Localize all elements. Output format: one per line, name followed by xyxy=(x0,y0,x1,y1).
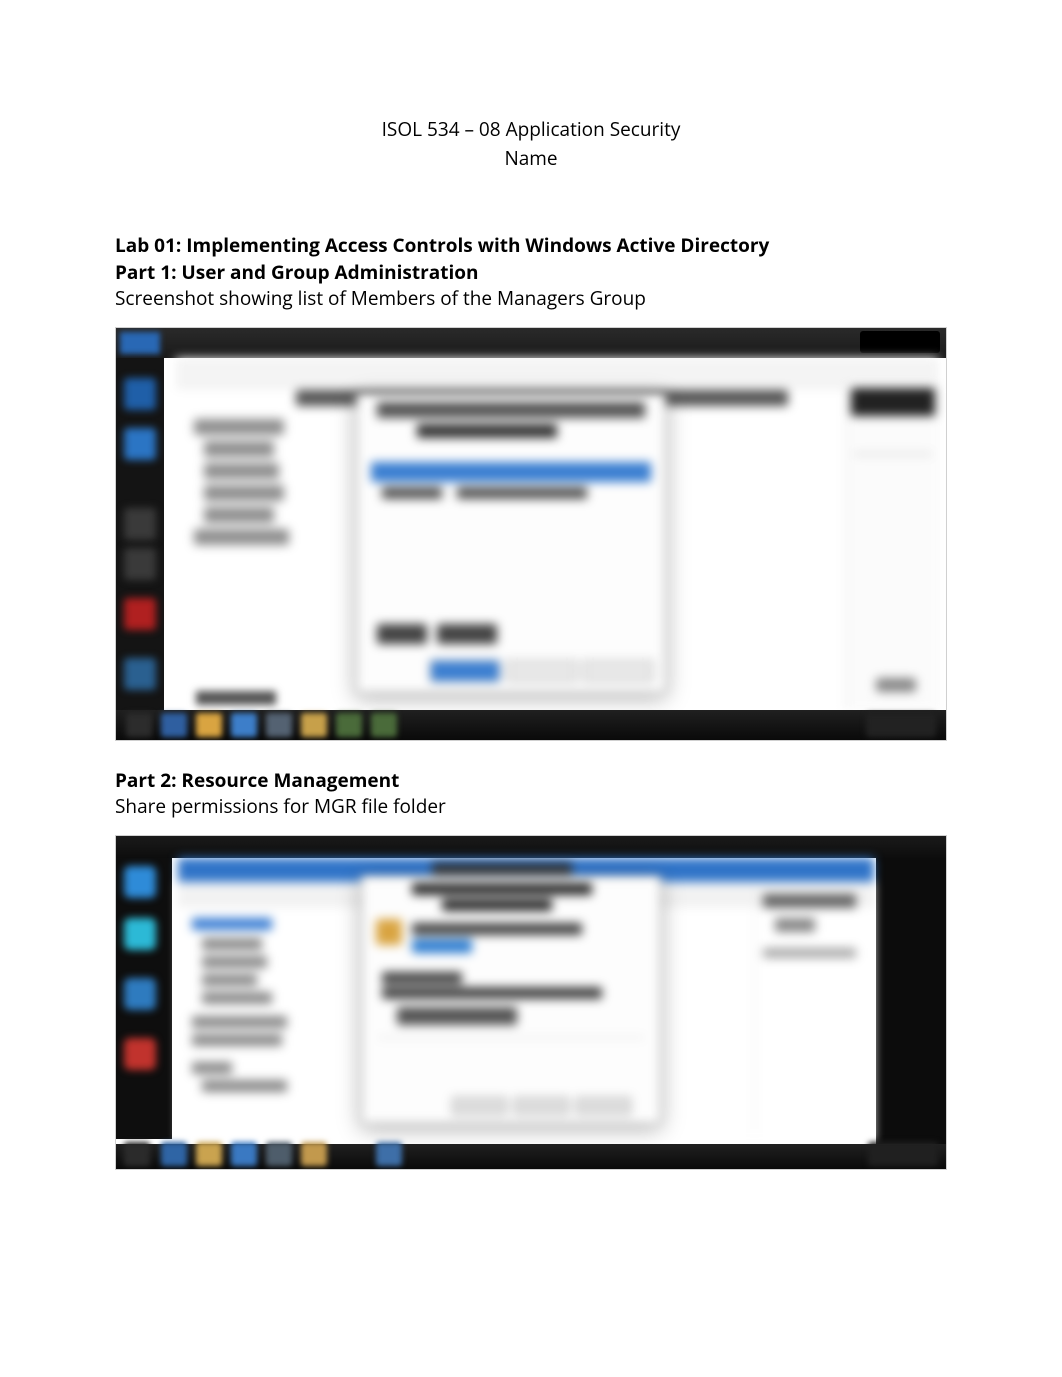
taskbar-icon xyxy=(266,1142,292,1166)
rail-icon xyxy=(124,978,156,1010)
start-icon xyxy=(124,1142,150,1166)
taskbar-icon xyxy=(161,1142,187,1166)
vm-left-rail xyxy=(116,358,164,710)
taskbar xyxy=(116,710,946,740)
lab-title: Lab 01: Implementing Access Controls wit… xyxy=(115,232,947,259)
part2-title: Part 2: Resource Management xyxy=(115,767,947,794)
rail-icon xyxy=(124,866,156,898)
rail-icon xyxy=(124,508,156,540)
taskbar-icon xyxy=(231,1142,257,1166)
part2-caption: Share permissions for MGR file folder xyxy=(115,793,947,820)
right-panel xyxy=(845,383,940,710)
right-black-panel xyxy=(876,858,946,1144)
status-text xyxy=(196,691,276,705)
ribbon xyxy=(176,358,938,388)
dialog-title xyxy=(377,402,645,418)
member-row xyxy=(371,462,651,482)
rail-icon xyxy=(124,1038,156,1070)
rail-icon xyxy=(124,658,156,690)
rail-icon xyxy=(124,428,156,460)
screenshot-share-permissions xyxy=(115,835,947,1170)
part1-caption: Screenshot showing list of Members of th… xyxy=(115,285,947,312)
panel-header xyxy=(851,388,935,416)
cancel-button xyxy=(507,660,577,682)
vm-window-titlebar xyxy=(116,328,946,358)
nav-tree xyxy=(184,413,314,694)
taskbar-icon xyxy=(371,713,397,737)
window-controls xyxy=(860,331,940,353)
tray xyxy=(866,713,936,737)
course-title: ISOL 534 – 08 Application Security xyxy=(115,115,947,144)
taskbar-icon xyxy=(231,713,257,737)
taskbar xyxy=(116,1144,946,1169)
app-icon xyxy=(120,332,160,354)
ok-button xyxy=(430,660,500,682)
page-header: ISOL 534 – 08 Application Security Name xyxy=(115,115,947,172)
sharing-dialog xyxy=(361,876,661,1124)
author-name: Name xyxy=(115,144,947,173)
section-lab-title: Lab 01: Implementing Access Controls wit… xyxy=(115,232,947,312)
rail-icon xyxy=(124,378,156,410)
taskbar-icon xyxy=(161,713,187,737)
taskbar-icon xyxy=(301,1142,327,1166)
apply-button xyxy=(583,660,653,682)
rail-icon xyxy=(124,548,156,580)
properties-dialog xyxy=(356,393,666,693)
taskbar-icon xyxy=(336,713,362,737)
start-icon xyxy=(126,713,152,737)
taskbar-icon xyxy=(376,1142,402,1166)
vm-window-titlebar xyxy=(116,836,946,858)
taskbar-icon xyxy=(266,713,292,737)
add-button xyxy=(377,624,427,644)
remove-button xyxy=(437,624,497,644)
rail-icon xyxy=(124,918,156,950)
rail-icon xyxy=(124,598,156,630)
taskbar-icon xyxy=(196,1142,222,1166)
taskbar-icon xyxy=(196,713,222,737)
dialog-tab xyxy=(417,424,557,438)
taskbar-icon xyxy=(301,713,327,737)
screenshot-managers-group xyxy=(115,327,947,741)
tray xyxy=(868,1142,938,1166)
part1-title: Part 1: User and Group Administration xyxy=(115,259,947,286)
section-part2: Part 2: Resource Management Share permis… xyxy=(115,767,947,820)
vm-left-rail xyxy=(116,858,172,1139)
